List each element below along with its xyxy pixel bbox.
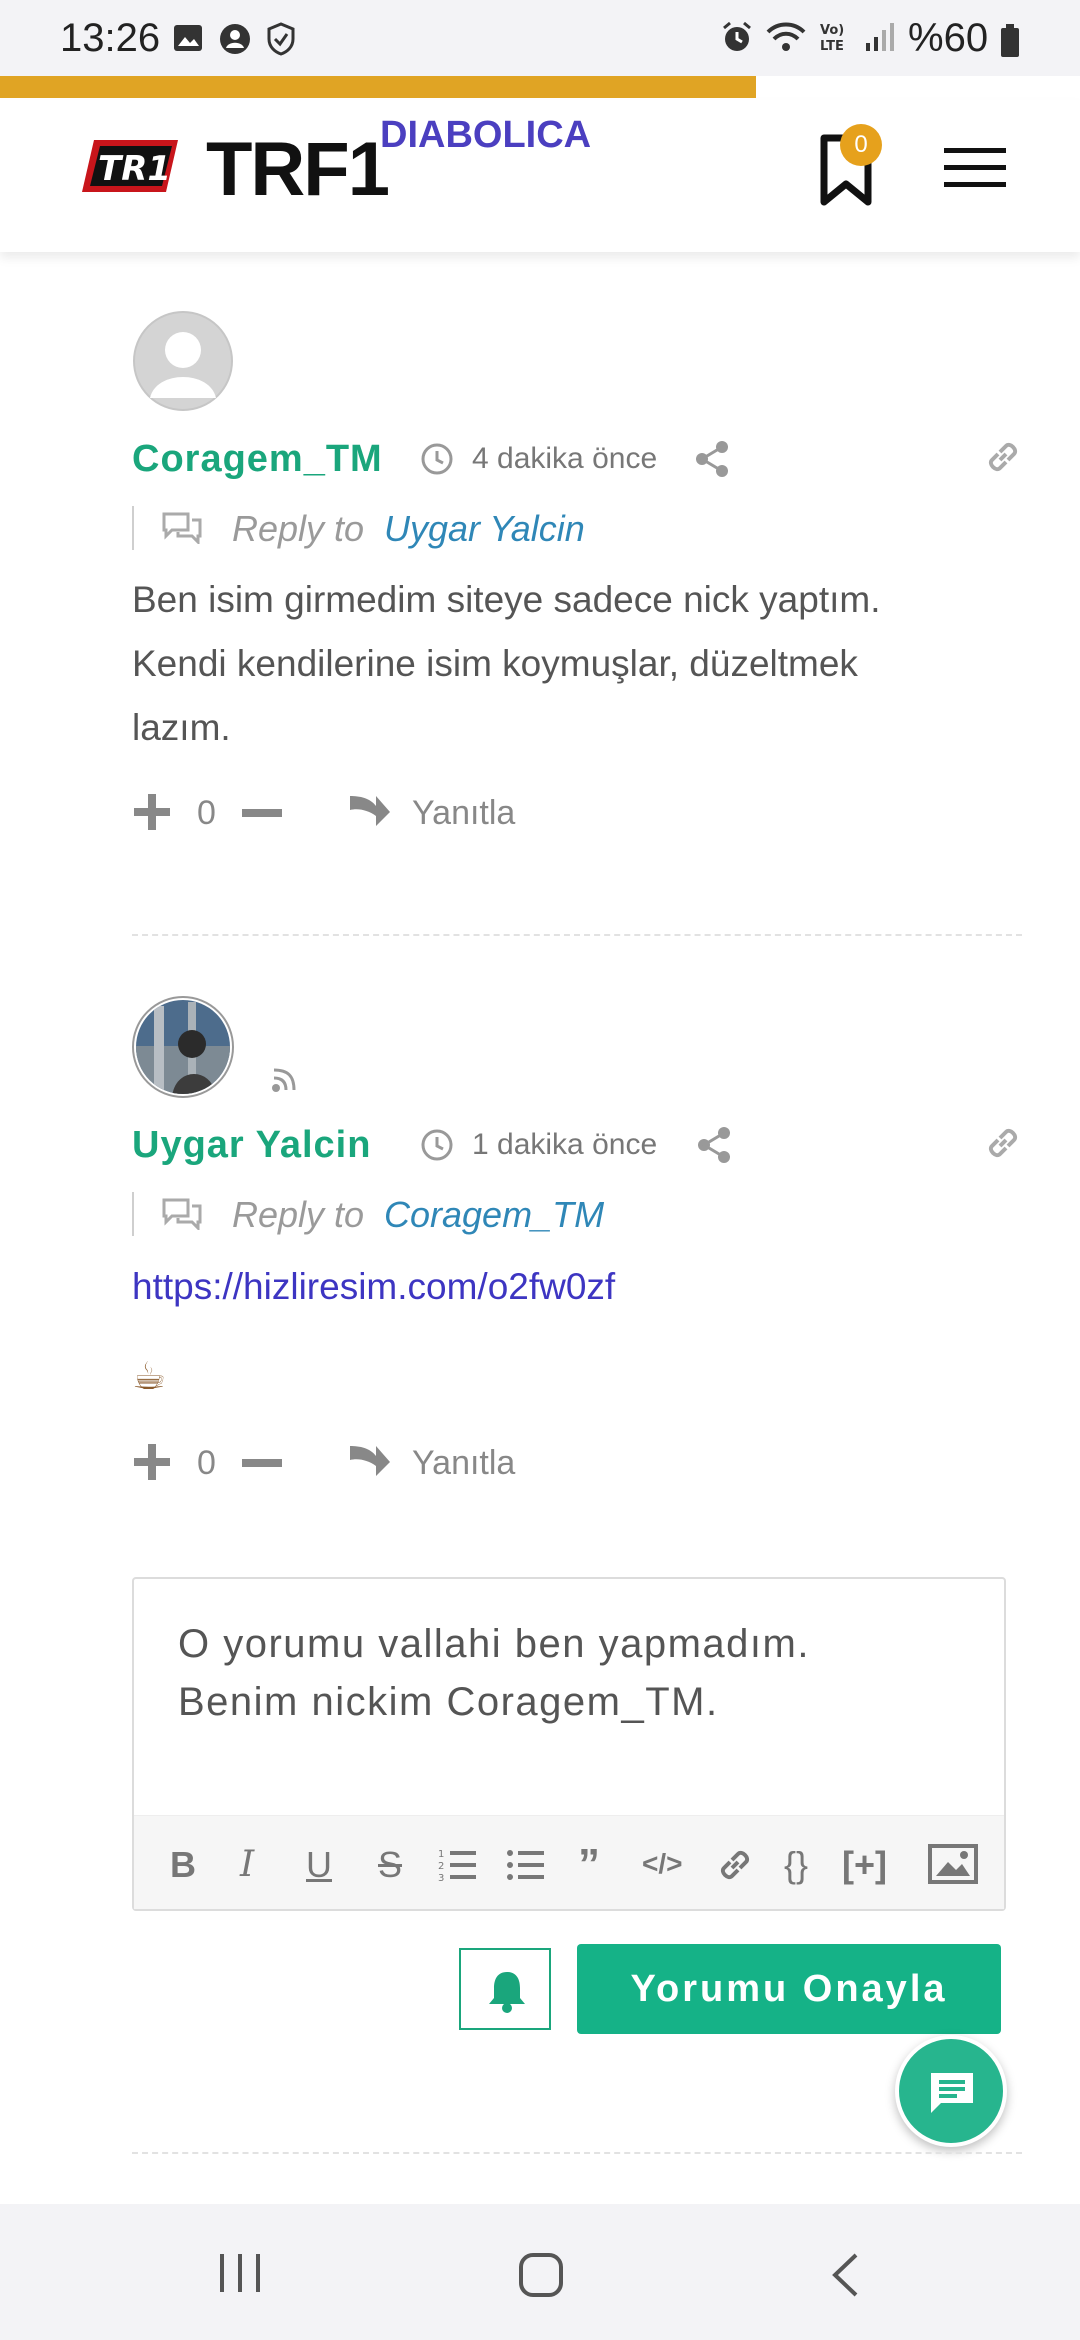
- svg-text:TR1: TR1: [98, 149, 171, 189]
- status-icons-right: Vo) LTE: [720, 20, 896, 54]
- reply-button[interactable]: Yanıtla: [412, 794, 515, 833]
- reply-to-link[interactable]: Uygar Yalcin: [384, 508, 585, 550]
- bookmark-count-badge: 0: [840, 124, 882, 166]
- battery-icon: [1001, 24, 1019, 57]
- svg-text:Vo): Vo): [820, 23, 844, 38]
- status-icons-left: [172, 22, 296, 56]
- underline-icon[interactable]: U: [306, 1844, 332, 1886]
- blockquote-icon[interactable]: ”: [578, 1840, 600, 1890]
- home-icon[interactable]: [518, 2252, 564, 2298]
- clock-icon: [421, 1129, 453, 1161]
- reading-progress-bar: [0, 76, 1080, 100]
- reply-to-label: Reply to: [232, 508, 365, 549]
- status-bar: 13:26 Vo) LTE %60: [0, 0, 1080, 76]
- subscribe-button[interactable]: [459, 1948, 551, 2030]
- alarm-icon: [723, 21, 751, 51]
- comment-link[interactable]: https://hizliresim.com/o2fw0zf: [132, 1266, 615, 1308]
- avatar[interactable]: [132, 310, 234, 412]
- svg-text:2: 2: [438, 1861, 444, 1872]
- reading-progress-fill: [0, 76, 756, 98]
- coffee-emoji: ☕: [132, 1354, 167, 1398]
- section-divider: [132, 2152, 1022, 2154]
- wifi-icon: [766, 22, 806, 51]
- comment-body: Ben isim girmedim siteye sadece nick yap…: [132, 568, 1012, 760]
- battery-percent: %60: [908, 16, 989, 60]
- back-icon[interactable]: [830, 2252, 860, 2298]
- downvote-minus-icon[interactable]: [242, 808, 282, 818]
- comment-author[interactable]: Coragem_TM: [132, 438, 383, 481]
- signal-icon: [866, 23, 894, 51]
- spoiler-icon[interactable]: [+]: [842, 1844, 887, 1886]
- editor-toolbar: B I U S 123 ” </> {} [+]: [134, 1815, 1004, 1909]
- comment-body-line: Ben isim girmedim siteye sadece nick yap…: [132, 579, 881, 620]
- share-icon[interactable]: [696, 1126, 732, 1164]
- chat-bubbles-icon: [162, 512, 202, 544]
- volte-icon: Vo)LTE: [820, 23, 844, 54]
- comment-author[interactable]: Uygar Yalcin: [132, 1124, 371, 1167]
- site-logo-icon[interactable]: TR1: [80, 136, 180, 196]
- rss-icon: [272, 1068, 296, 1092]
- link-icon[interactable]: [716, 1846, 754, 1884]
- reply-editor[interactable]: O yorumu vallahi ben yapmadım. Benim nic…: [132, 1577, 1006, 1911]
- permalink-icon[interactable]: [984, 1124, 1022, 1162]
- clock-icon: [421, 443, 453, 475]
- strikethrough-icon[interactable]: S: [378, 1844, 402, 1886]
- bell-icon: [489, 1972, 525, 2013]
- shield-icon: [267, 22, 295, 56]
- gallery-icon: [174, 25, 202, 51]
- chat-icon: [931, 2073, 973, 2113]
- reply-to-label: Reply to: [232, 1194, 365, 1235]
- comment-time[interactable]: 1 dakika önce: [472, 1128, 657, 1162]
- status-time: 13:26: [60, 16, 161, 60]
- vote-count: 0: [197, 1444, 216, 1482]
- menu-icon[interactable]: [944, 146, 1006, 190]
- comment-body-line: lazım.: [132, 707, 231, 748]
- svg-text:3: 3: [438, 1873, 444, 1882]
- account-icon: [220, 24, 250, 54]
- avatar[interactable]: [132, 996, 234, 1098]
- code-icon[interactable]: </>: [642, 1848, 682, 1880]
- reply-button[interactable]: Yanıtla: [412, 1444, 515, 1483]
- share-icon[interactable]: [694, 440, 730, 478]
- bold-icon[interactable]: B: [170, 1844, 196, 1886]
- vote-count: 0: [197, 794, 216, 832]
- upvote-plus-icon[interactable]: [132, 792, 172, 832]
- reply-to-link[interactable]: Coragem_TM: [384, 1194, 604, 1236]
- reply-indicator-line: [132, 506, 134, 550]
- reply-arrow-icon[interactable]: [348, 1440, 392, 1480]
- chat-bubbles-icon: [162, 1198, 202, 1230]
- site-logo-text[interactable]: TRF1: [206, 126, 390, 213]
- downvote-minus-icon[interactable]: [242, 1458, 282, 1468]
- editor-text-line: Benim nickim Coragem_TM.: [178, 1680, 719, 1724]
- italic-icon[interactable]: I: [240, 1844, 254, 1885]
- upvote-plus-icon[interactable]: [132, 1442, 172, 1482]
- site-header: TR1 TRF1 DIABOLICA 0: [0, 100, 1080, 252]
- site-logo-subtitle: DIABOLICA: [380, 114, 592, 156]
- ordered-list-icon[interactable]: 123: [438, 1846, 478, 1882]
- comment-divider: [132, 934, 1022, 936]
- svg-text:1: 1: [438, 1849, 444, 1860]
- reply-indicator-line: [132, 1192, 134, 1236]
- reply-editor-text[interactable]: O yorumu vallahi ben yapmadım. Benim nic…: [178, 1615, 968, 1731]
- chat-fab-button[interactable]: [895, 2035, 1007, 2147]
- comment-time[interactable]: 4 dakika önce: [472, 442, 657, 476]
- bullet-list-icon[interactable]: [506, 1846, 546, 1882]
- image-upload-icon[interactable]: [928, 1844, 978, 1884]
- recent-apps-icon[interactable]: [218, 2252, 264, 2294]
- submit-comment-button[interactable]: Yorumu Onayla: [577, 1944, 1001, 2034]
- reply-arrow-icon[interactable]: [348, 790, 392, 830]
- code-block-icon[interactable]: {}: [784, 1844, 808, 1886]
- comment-body-line: Kendi kendilerine isim koymuşlar, düzelt…: [132, 643, 858, 684]
- permalink-icon[interactable]: [984, 438, 1022, 476]
- svg-text:LTE: LTE: [820, 39, 844, 54]
- editor-text-line: O yorumu vallahi ben yapmadım.: [178, 1622, 810, 1666]
- system-nav-bar: [0, 2204, 1080, 2340]
